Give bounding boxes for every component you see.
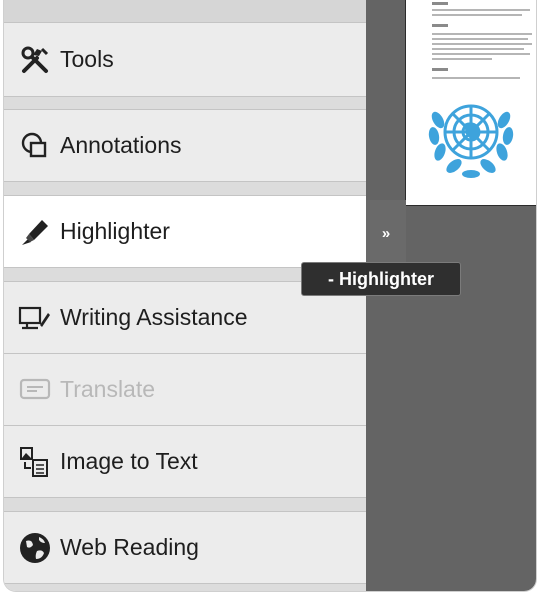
- text-line: [432, 33, 532, 35]
- text-line: [432, 14, 522, 16]
- highlighter-icon: [18, 215, 52, 249]
- sidebar-item-label: Annotations: [60, 132, 182, 158]
- text-line: [432, 9, 530, 11]
- text-line: [432, 58, 492, 60]
- translate-icon: [18, 373, 52, 407]
- document-page-thumbnail[interactable]: [405, 0, 536, 206]
- sidebar-item-label: Image to Text: [60, 448, 198, 474]
- text-line: [432, 38, 528, 40]
- sidebar-item-label: Highlighter: [60, 218, 170, 244]
- text-line: [432, 24, 448, 27]
- text-line: [432, 2, 448, 5]
- tools-icon: [18, 43, 52, 77]
- sidebar-item-translate[interactable]: Translate: [4, 353, 366, 426]
- sidebar-item-label: Tools: [60, 46, 114, 72]
- text-line: [432, 43, 532, 45]
- web-reading-icon: [18, 531, 52, 565]
- sidebar-item-label: Web Reading: [60, 534, 199, 560]
- text-line: [432, 48, 524, 50]
- sidebar-item-label: Writing Assistance: [60, 304, 248, 330]
- un-emblem-icon: [428, 104, 514, 178]
- sidebar-item-label: Translate: [60, 376, 156, 402]
- sidebar-item-annotations[interactable]: Annotations: [4, 109, 366, 182]
- app-window: Tools Annotations Highlighter Writing As…: [4, 0, 536, 591]
- tooltip: - Highlighter: [301, 262, 461, 296]
- sidebar-item-highlighter[interactable]: Highlighter: [4, 195, 366, 268]
- text-line: [432, 53, 530, 55]
- annotations-icon: [18, 129, 52, 163]
- image-to-text-icon: [18, 445, 52, 479]
- divider: [4, 0, 366, 22]
- text-line: [432, 68, 448, 71]
- text-line: [432, 77, 520, 79]
- collapse-panel-button[interactable]: »: [366, 200, 406, 266]
- sidebar-item-image-to-text[interactable]: Image to Text: [4, 425, 366, 498]
- writing-assistance-icon: [18, 301, 52, 335]
- sidebar-item-web-reading[interactable]: Web Reading: [4, 511, 366, 584]
- sidebar-item-tools[interactable]: Tools: [4, 22, 366, 97]
